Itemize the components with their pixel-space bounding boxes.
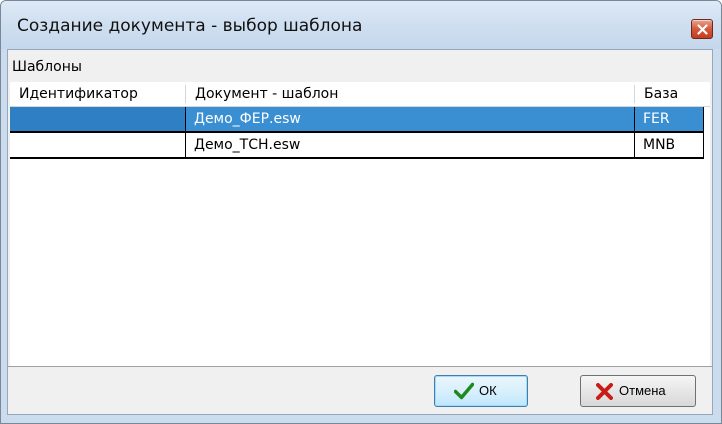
red-x-icon: [596, 383, 613, 400]
cell-document: Демо_ФЕР.esw: [186, 107, 634, 131]
cell-id: [10, 133, 185, 157]
dialog-body: Шаблоны Идентификатор Документ - шаблон …: [7, 49, 713, 415]
cell-divider: [185, 107, 186, 132]
close-icon: [697, 24, 708, 35]
cell-id: [10, 107, 185, 131]
grid-header: Идентификатор Документ - шаблон База: [10, 82, 710, 107]
templates-grid[interactable]: Идентификатор Документ - шаблон База Дем…: [10, 82, 710, 366]
cell-base: MNB: [643, 137, 676, 153]
cancel-button-label: Отмена: [619, 383, 666, 398]
cell-base: FER: [635, 107, 704, 131]
cell-document: Демо_ТСН.esw: [194, 137, 301, 153]
checkmark-icon: [454, 382, 474, 400]
cell-divider: [703, 133, 704, 158]
templates-group-label: Шаблоны: [12, 59, 82, 75]
cell-divider: [185, 133, 186, 158]
footer-divider: [8, 366, 712, 367]
column-header-document[interactable]: Документ - шаблон: [186, 82, 634, 106]
title-bar[interactable]: Создание документа - выбор шаблона: [1, 1, 721, 49]
table-row[interactable]: Демо_ТСН.esw MNB: [10, 133, 704, 158]
close-button[interactable]: [691, 19, 713, 39]
cancel-button[interactable]: Отмена: [580, 375, 696, 407]
cell-divider: [634, 133, 635, 158]
cell-divider: [634, 107, 635, 132]
window-title: Создание документа - выбор шаблона: [17, 16, 363, 36]
dialog-window: Создание документа - выбор шаблона Шабло…: [0, 0, 722, 424]
ok-button-label: ОК: [479, 383, 497, 398]
cell-divider: [703, 107, 704, 132]
row-divider: [10, 157, 704, 159]
ok-button[interactable]: ОК: [434, 375, 528, 407]
table-row[interactable]: Демо_ФЕР.esw FER: [10, 107, 704, 132]
column-header-base[interactable]: База: [635, 82, 704, 106]
column-header-id[interactable]: Идентификатор: [10, 82, 185, 106]
